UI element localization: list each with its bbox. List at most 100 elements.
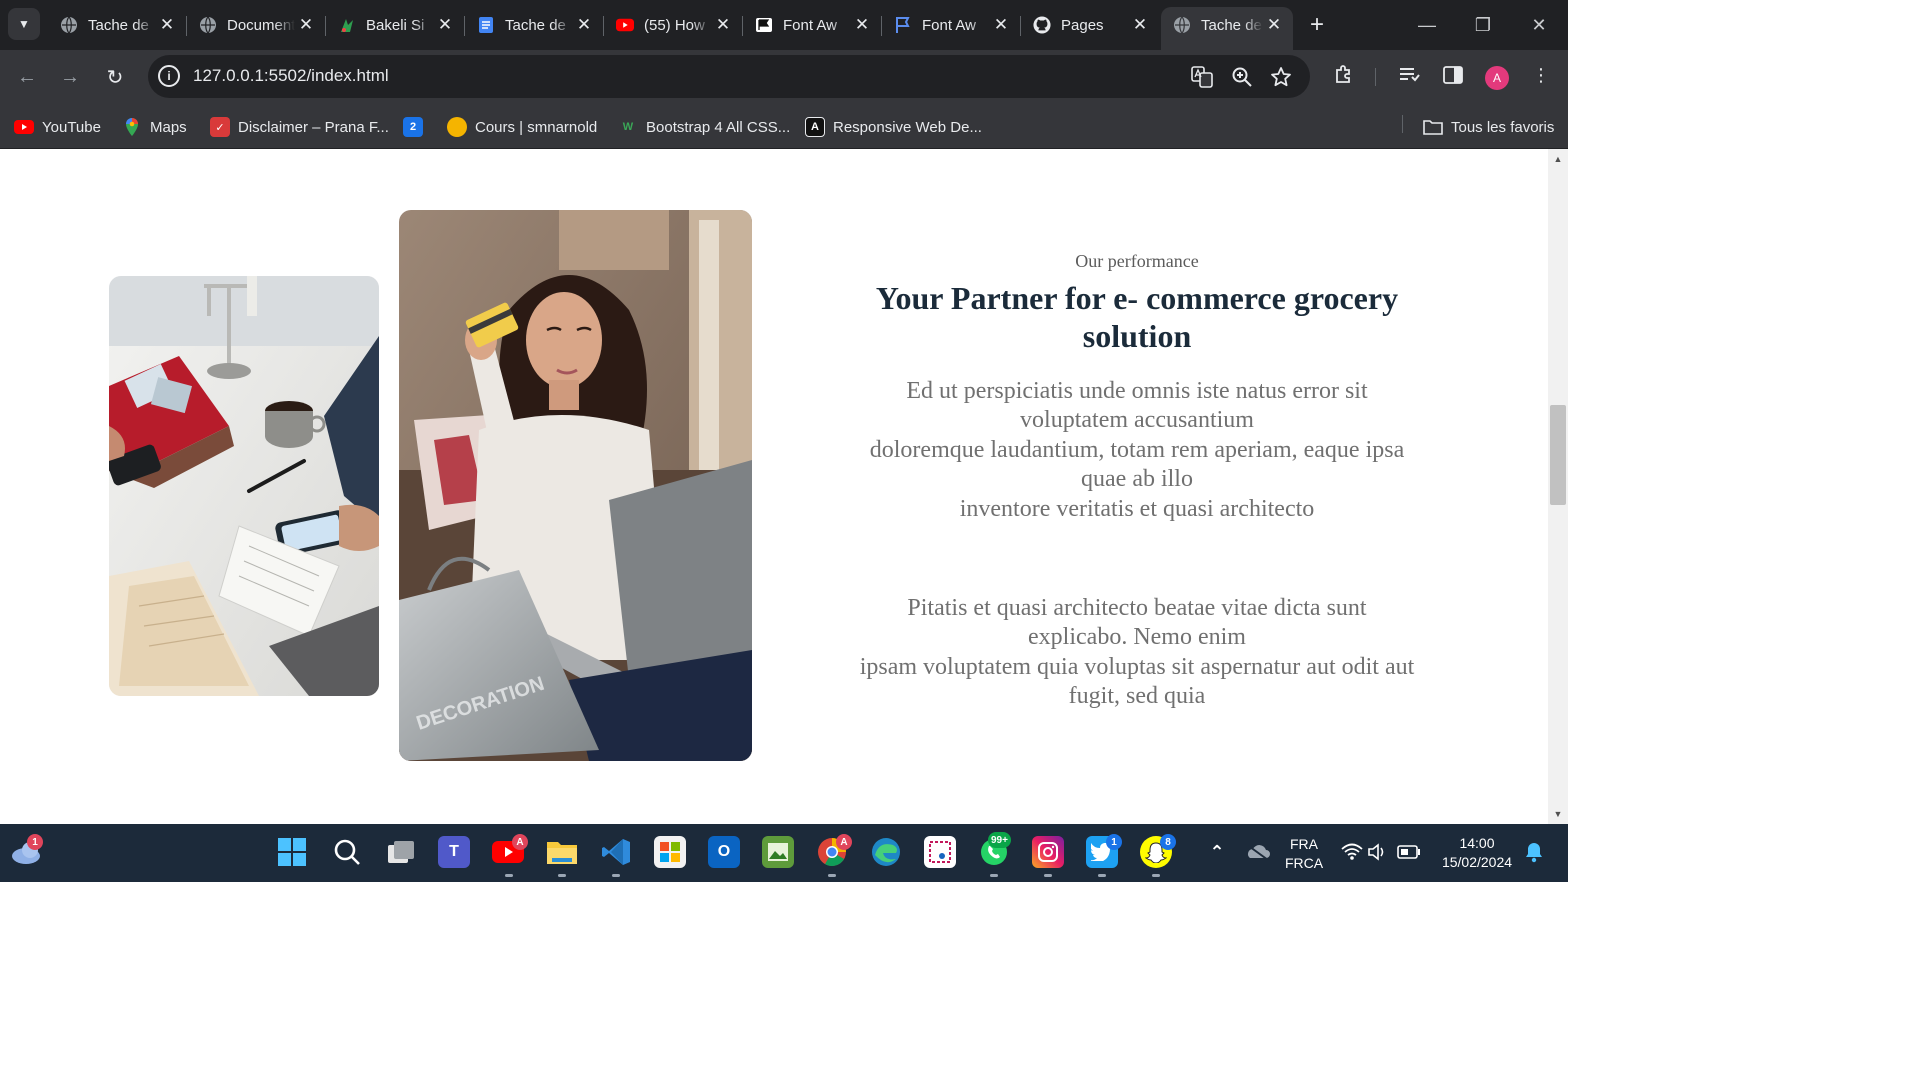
language-indicator[interactable]: FRA FRCA bbox=[1282, 835, 1326, 873]
bookmarks-divider bbox=[1402, 115, 1403, 133]
flag-icon bbox=[755, 16, 773, 34]
task-view-icon[interactable] bbox=[385, 836, 417, 868]
close-icon[interactable]: ✕ bbox=[1129, 14, 1151, 36]
minimize-button[interactable]: — bbox=[1412, 10, 1442, 40]
globe-icon bbox=[60, 16, 78, 34]
extensions-icon[interactable] bbox=[1331, 62, 1357, 88]
snipping-tool-icon[interactable] bbox=[924, 836, 956, 868]
zoom-icon[interactable] bbox=[1230, 65, 1254, 89]
menu-kebab-icon[interactable]: ⋮ bbox=[1528, 62, 1554, 88]
browser-toolbar: ← → ↻ i 127.0.0.1:5502/index.html A ⋮ bbox=[0, 50, 1568, 105]
paragraph-line: ipsam voluptatem quia voluptas sit asper… bbox=[859, 653, 1415, 710]
bookmark-responsive[interactable]: A Responsive Web De... bbox=[805, 113, 982, 141]
bookmark-youtube[interactable]: YouTube bbox=[14, 113, 101, 141]
tab-title: (55) How bbox=[644, 16, 705, 34]
page-scrollbar[interactable]: ▲ ▼ bbox=[1548, 149, 1568, 824]
bookmark-label: Maps bbox=[150, 118, 187, 136]
toolbar-divider bbox=[1375, 68, 1376, 86]
section-headline: Your Partner for e- commerce grocery sol… bbox=[875, 280, 1399, 354]
address-bar[interactable]: i 127.0.0.1:5502/index.html bbox=[148, 55, 1310, 98]
bakeli-icon bbox=[338, 16, 356, 34]
profile-avatar[interactable]: A bbox=[1485, 66, 1509, 90]
chevron-up-icon[interactable]: ⌃ bbox=[1201, 836, 1233, 868]
a-icon: A bbox=[805, 117, 825, 137]
page-viewport: DECORATION Our performance Your Partner … bbox=[0, 149, 1548, 824]
scroll-up-arrow-icon[interactable]: ▲ bbox=[1552, 153, 1564, 165]
performance-section: Our performance Your Partner for e- comm… bbox=[858, 249, 1416, 712]
reload-button[interactable]: ↻ bbox=[100, 62, 130, 92]
paragraph-2: Pitatis et quasi architecto beatae vitae… bbox=[858, 594, 1416, 712]
running-indicator bbox=[505, 874, 513, 877]
windows-start-icon[interactable] bbox=[276, 836, 308, 868]
tab-strip: ▼ Tache de ✕ Document ✕ Bakeli Si ✕ Tach… bbox=[0, 0, 1568, 50]
restore-button[interactable]: ❐ bbox=[1468, 10, 1498, 40]
bookmark-bootstrap[interactable]: W Bootstrap 4 All CSS... bbox=[618, 113, 790, 141]
edge-icon[interactable] bbox=[870, 836, 902, 868]
tab-title: Bakeli Si bbox=[366, 16, 425, 34]
tab[interactable]: Font Aw ✕ bbox=[882, 7, 1020, 43]
globe-icon bbox=[199, 16, 217, 34]
paragraph-line: Pitatis et quasi architecto beatae vitae… bbox=[907, 595, 1367, 651]
tab[interactable]: Bakeli Si ✕ bbox=[326, 7, 464, 43]
chrome-badge: A bbox=[836, 834, 852, 850]
search-icon[interactable] bbox=[331, 836, 363, 868]
side-panel-icon[interactable] bbox=[1440, 62, 1466, 88]
new-tab-button[interactable]: + bbox=[1304, 11, 1330, 38]
twitter-badge: 1 bbox=[1106, 834, 1122, 850]
all-bookmarks-button[interactable]: Tous les favoris bbox=[1423, 113, 1554, 141]
close-icon[interactable]: ✕ bbox=[156, 14, 178, 36]
arrow-right-icon: → bbox=[60, 65, 80, 88]
vscode-icon[interactable] bbox=[600, 836, 632, 868]
tab-search-button[interactable]: ▼ bbox=[8, 8, 40, 40]
instagram-icon[interactable] bbox=[1032, 836, 1064, 868]
bookmark-star-icon[interactable] bbox=[1269, 65, 1293, 89]
close-icon[interactable]: ✕ bbox=[295, 14, 317, 36]
bookmark-smnarnold[interactable]: Cours | smnarnold bbox=[447, 113, 597, 141]
back-button[interactable]: ← bbox=[12, 62, 42, 92]
forward-button[interactable]: → bbox=[55, 62, 85, 92]
url-text[interactable]: 127.0.0.1:5502/index.html bbox=[193, 66, 389, 86]
image-viewer-icon[interactable] bbox=[762, 836, 794, 868]
tab[interactable]: Font Aw ✕ bbox=[743, 7, 881, 43]
onedrive-icon[interactable] bbox=[1241, 836, 1273, 868]
reading-list-icon[interactable] bbox=[1396, 62, 1422, 88]
close-icon[interactable]: ✕ bbox=[712, 14, 734, 36]
close-icon[interactable]: ✕ bbox=[573, 14, 595, 36]
close-icon[interactable]: ✕ bbox=[1263, 14, 1285, 36]
battery-icon[interactable] bbox=[1393, 836, 1425, 868]
bookmark-number-2[interactable]: 2 bbox=[403, 113, 431, 141]
reload-icon: ↻ bbox=[106, 66, 124, 89]
youtube-icon bbox=[616, 16, 634, 34]
ms-store-icon[interactable] bbox=[654, 836, 686, 868]
tab[interactable]: Tache de ✕ bbox=[48, 7, 186, 43]
bookmark-maps[interactable]: Maps bbox=[122, 113, 187, 141]
outlook-icon[interactable]: O bbox=[708, 836, 740, 868]
close-icon[interactable]: ✕ bbox=[990, 14, 1012, 36]
bookmark-disclaimer[interactable]: ✓ Disclaimer – Prana F... bbox=[210, 113, 389, 141]
tab[interactable]: Document ✕ bbox=[187, 7, 325, 43]
notification-bell-icon[interactable] bbox=[1518, 836, 1550, 868]
close-window-button[interactable]: ✕ bbox=[1524, 10, 1554, 40]
tab[interactable]: (55) How ✕ bbox=[604, 7, 742, 43]
youtube-icon bbox=[14, 117, 34, 137]
close-icon[interactable]: ✕ bbox=[434, 14, 456, 36]
volume-icon[interactable] bbox=[1362, 836, 1394, 868]
file-explorer-icon[interactable] bbox=[546, 836, 578, 868]
scroll-down-arrow-icon[interactable]: ▼ bbox=[1552, 808, 1564, 820]
folder-icon bbox=[1423, 117, 1443, 137]
close-icon[interactable]: ✕ bbox=[851, 14, 873, 36]
teams-icon[interactable]: T bbox=[438, 836, 470, 868]
running-indicator bbox=[828, 874, 836, 877]
tab[interactable]: Tache de ✕ bbox=[465, 7, 603, 43]
tab[interactable]: Pages ✕ bbox=[1021, 7, 1159, 43]
bookmark-label: Cours | smnarnold bbox=[475, 118, 598, 136]
tab-title: Font Aw bbox=[783, 16, 837, 34]
running-indicator bbox=[1044, 874, 1052, 877]
restore-icon: ❐ bbox=[1474, 14, 1492, 35]
smnarnold-icon bbox=[447, 117, 467, 137]
clock[interactable]: 14:00 15/02/2024 bbox=[1432, 834, 1522, 872]
translate-icon[interactable] bbox=[1190, 65, 1214, 89]
site-info-icon[interactable]: i bbox=[158, 65, 180, 87]
scroll-thumb[interactable] bbox=[1550, 405, 1566, 505]
tab-active[interactable]: Tache de ✕ bbox=[1161, 7, 1293, 50]
